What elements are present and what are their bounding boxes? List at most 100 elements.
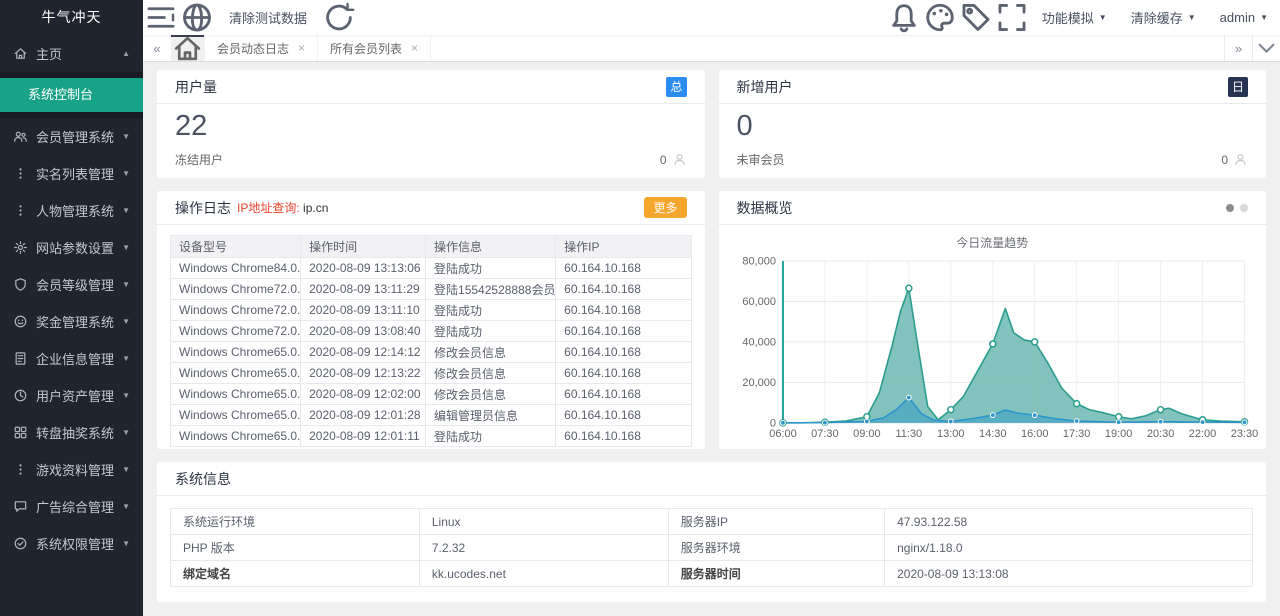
data-overview-title: 数据概览	[737, 198, 793, 218]
table-row[interactable]: Windows Chrome72.0.32020-08-09 13:11:10登…	[171, 300, 692, 321]
close-icon[interactable]: ×	[298, 41, 305, 55]
chevron-down-icon: ▼	[122, 391, 130, 400]
function-simulate-label: 功能模拟	[1042, 8, 1094, 27]
sysinfo-value: nginx/1.18.0	[885, 535, 1253, 561]
sysinfo-label: 系统运行环境	[171, 509, 420, 535]
sidebar-item[interactable]: 奖金管理系统▼	[0, 303, 143, 340]
stat-badge-daily[interactable]: 日	[1228, 77, 1248, 97]
tabs-scroll-left-button[interactable]: «	[143, 35, 171, 61]
notification-bell-icon[interactable]	[886, 0, 922, 35]
tab-home[interactable]	[171, 35, 205, 61]
sysinfo-label: 服务器环境	[668, 535, 884, 561]
sidebar-subitem[interactable]: 系统控制台	[0, 78, 143, 112]
medal-icon	[13, 277, 28, 292]
chevron-up-icon: ▲	[122, 49, 130, 58]
sysinfo-value: kk.ucodes.net	[419, 561, 668, 587]
tab-all-member-list[interactable]: 所有会员列表×	[318, 35, 431, 61]
top-navbar: 清除测试数据 功能模拟▼ 清除缓存▼ admin▼	[143, 0, 1280, 35]
log-cell: 2020-08-09 12:01:11	[301, 426, 426, 447]
sidebar-item[interactable]: 游戏资料管理▼	[0, 451, 143, 488]
log-cell: 修改会员信息	[426, 363, 556, 384]
person-icon	[672, 152, 687, 167]
stat-footer-label: 冻结用户	[175, 151, 223, 168]
operation-log-table: 设备型号操作时间操作信息操作IPWindows Chrome84.0.42020…	[170, 235, 692, 447]
admin-user-dropdown[interactable]: admin▼	[1208, 0, 1280, 35]
carousel-dot[interactable]	[1240, 204, 1248, 212]
chat-icon	[13, 499, 28, 514]
table-row: 绑定域名kk.ucodes.net服务器时间2020-08-09 13:13:0…	[171, 561, 1253, 587]
home-icon	[171, 32, 204, 65]
chevron-down-icon: ▼	[122, 243, 130, 252]
tag-icon[interactable]	[958, 0, 994, 35]
language-globe-icon[interactable]	[179, 0, 215, 35]
function-simulate-dropdown[interactable]: 功能模拟▼	[1030, 0, 1119, 35]
sidebar-item[interactable]: 实名列表管理▼	[0, 155, 143, 192]
stat-badge-total[interactable]: 总	[666, 77, 686, 97]
log-cell: 编辑管理员信息	[426, 405, 556, 426]
sidebar-item-label: 网站参数设置	[36, 238, 114, 257]
log-cell: 60.164.10.168	[556, 405, 691, 426]
table-row[interactable]: Windows Chrome65.0.32020-08-09 12:01:11登…	[171, 426, 692, 447]
sidebar-item[interactable]: 会员等级管理▼	[0, 266, 143, 303]
sidebar-item[interactable]: 广告综合管理▼	[0, 488, 143, 525]
table-row[interactable]: Windows Chrome65.0.32020-08-09 12:13:22修…	[171, 363, 692, 384]
svg-text:17:30: 17:30	[1062, 428, 1089, 440]
log-cell: Windows Chrome72.0.3	[171, 279, 301, 300]
list-icon	[13, 166, 28, 181]
sysinfo-value: 2020-08-09 13:13:08	[885, 561, 1253, 587]
close-icon[interactable]: ×	[411, 41, 418, 55]
refresh-icon[interactable]	[321, 0, 357, 35]
app-logo: 牛气冲天	[0, 0, 143, 35]
carousel-dot-active[interactable]	[1226, 204, 1234, 212]
theme-palette-icon[interactable]	[922, 0, 958, 35]
table-row[interactable]: Windows Chrome65.0.32020-08-09 12:02:00修…	[171, 384, 692, 405]
clear-cache-label: 清除缓存	[1131, 8, 1183, 27]
clock-icon	[13, 388, 28, 403]
sidebar-collapse-icon[interactable]	[143, 0, 179, 35]
tabs-scroll-right-button[interactable]: »	[1224, 35, 1252, 61]
sidebar-item[interactable]: 人物管理系统▼	[0, 192, 143, 229]
sidebar-item[interactable]: 用户资产管理▼	[0, 377, 143, 414]
table-row[interactable]: Windows Chrome65.0.32020-08-09 12:14:12修…	[171, 342, 692, 363]
svg-text:0: 0	[769, 417, 775, 429]
table-row[interactable]: Windows Chrome84.0.42020-08-09 13:13:06登…	[171, 258, 692, 279]
sidebar-item[interactable]: 会员管理系统▼	[0, 118, 143, 155]
person-icon	[1233, 152, 1248, 167]
sysinfo-label: 服务器时间	[668, 561, 884, 587]
sidebar-item[interactable]: 转盘抽奖系统▼	[0, 414, 143, 451]
sidebar-item[interactable]: 系统权限管理▼	[0, 525, 143, 562]
tabs-menu-button[interactable]	[1252, 35, 1280, 61]
tab-member-activity-log[interactable]: 会员动态日志×	[205, 35, 318, 61]
stat-footer-value: 0	[1221, 153, 1228, 167]
log-cell: 2020-08-09 13:11:29	[301, 279, 426, 300]
svg-text:07:30: 07:30	[811, 428, 838, 440]
stat-card-title: 新增用户	[737, 77, 793, 97]
smile-icon	[13, 314, 28, 329]
fullscreen-icon[interactable]	[994, 0, 1030, 35]
clear-cache-dropdown[interactable]: 清除缓存▼	[1119, 0, 1208, 35]
table-row[interactable]: Windows Chrome65.0.32020-08-09 12:01:28编…	[171, 405, 692, 426]
sidebar-item[interactable]: 主页▲	[0, 35, 143, 72]
log-cell: Windows Chrome72.0.3	[171, 300, 301, 321]
app-root: 牛气冲天 主页▲系统控制台会员管理系统▼实名列表管理▼人物管理系统▼网站参数设置…	[0, 0, 1280, 616]
table-row[interactable]: Windows Chrome72.0.32020-08-09 13:11:29登…	[171, 279, 692, 300]
log-cell: 2020-08-09 12:13:22	[301, 363, 426, 384]
log-cell: 登陆成功	[426, 321, 556, 342]
log-column-header: 操作信息	[426, 236, 556, 258]
table-row[interactable]: Windows Chrome72.0.32020-08-09 13:08:40登…	[171, 321, 692, 342]
clear-test-data-button[interactable]: 清除测试数据	[215, 0, 321, 35]
svg-text:14:30: 14:30	[979, 428, 1006, 440]
log-cell: 60.164.10.168	[556, 426, 691, 447]
sidebar-item-label: 广告综合管理	[36, 497, 114, 516]
ip-lookup-link[interactable]: ip.cn	[303, 201, 328, 215]
more-button[interactable]: 更多	[644, 197, 686, 218]
sidebar-item[interactable]: 网站参数设置 ▼	[0, 229, 143, 266]
chevron-down-icon: ▼	[122, 428, 130, 437]
svg-text:20:30: 20:30	[1146, 428, 1173, 440]
log-cell: Windows Chrome65.0.3	[171, 405, 301, 426]
svg-text:19:00: 19:00	[1104, 428, 1131, 440]
log-cell: 2020-08-09 12:02:00	[301, 384, 426, 405]
log-cell: Windows Chrome65.0.3	[171, 426, 301, 447]
sidebar-item[interactable]: 企业信息管理▼	[0, 340, 143, 377]
doc-icon	[13, 351, 28, 366]
